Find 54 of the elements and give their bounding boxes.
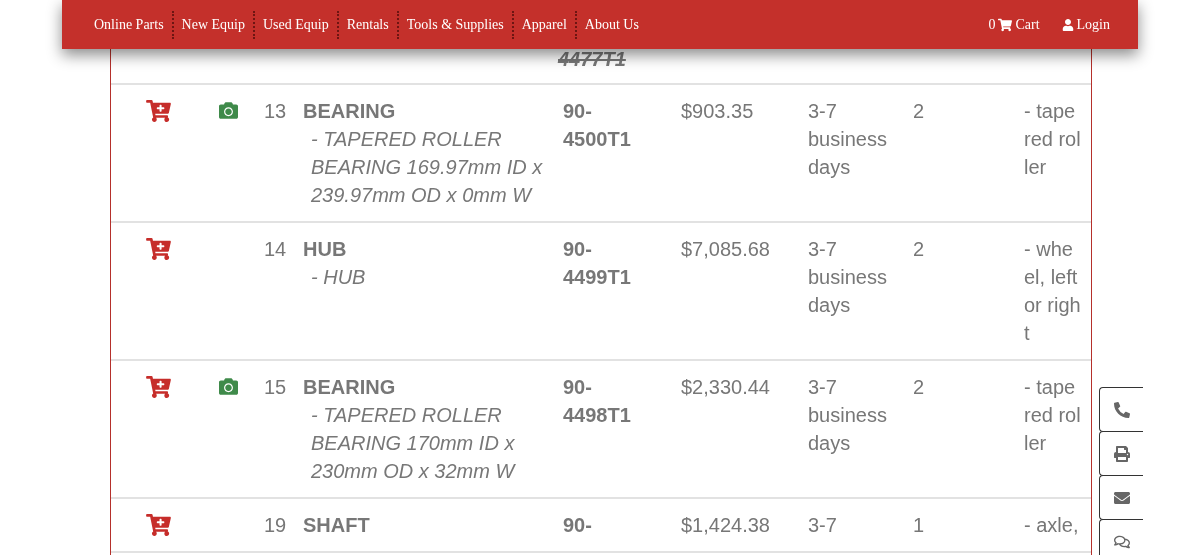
- camera-icon[interactable]: [218, 377, 239, 396]
- login-link[interactable]: Login: [1061, 14, 1110, 35]
- part-note: - wheel, left or right: [1024, 237, 1081, 346]
- nav-link[interactable]: Used Equip: [255, 14, 337, 35]
- delivery-time: 3-7 business days: [808, 375, 888, 456]
- part-number: 90-4499T1: [563, 237, 632, 290]
- camera-icon[interactable]: [218, 101, 239, 120]
- line-number: 13: [264, 100, 287, 122]
- envelope-icon: [1113, 489, 1130, 506]
- line-number: 14: [264, 238, 287, 260]
- chat-icon: [1113, 533, 1130, 550]
- part-description: - TAPERED ROLLER BEARING 169.97mm ID x 239.97mm OD x 0mm W: [310, 127, 544, 208]
- part-description: - TAPERED ROLLER BEARING 170mm ID x 230mm OD x 32mm W: [310, 403, 517, 484]
- part-name: HUB: [303, 237, 348, 262]
- add-to-cart-icon[interactable]: [146, 238, 171, 260]
- phone-button[interactable]: [1099, 387, 1143, 432]
- part-number: 90-4498T1: [563, 375, 632, 428]
- part-number: 4477T1: [558, 47, 626, 72]
- part-number: 90-: [563, 513, 593, 538]
- delivery-time: 3-7 business days: [808, 99, 888, 180]
- nav-link[interactable]: Online Parts: [86, 14, 172, 35]
- part-name: SHAFT: [303, 513, 371, 538]
- price: $1,424.38: [681, 514, 770, 536]
- phone-icon: [1113, 401, 1130, 418]
- price: $2,330.44: [681, 376, 770, 398]
- delivery-time: 3-7: [808, 513, 838, 538]
- nav-link[interactable]: Rentals: [338, 14, 397, 35]
- user-icon: [1061, 18, 1074, 31]
- price: $903.35: [681, 100, 754, 122]
- cart-icon: [998, 17, 1013, 32]
- quantity: 1: [913, 514, 925, 536]
- delivery-time: 3-7 business days: [808, 237, 888, 318]
- add-to-cart-icon[interactable]: [146, 376, 171, 398]
- quantity: 2: [913, 100, 925, 122]
- quantity: 2: [913, 238, 925, 260]
- line-number: 15: [264, 376, 287, 398]
- part-number: 90-4500T1: [563, 99, 632, 152]
- part-name: BEARING: [303, 375, 397, 400]
- add-to-cart-icon[interactable]: [146, 514, 171, 536]
- part-name: BEARING: [303, 99, 397, 124]
- line-number: 19: [264, 514, 287, 536]
- quantity: 2: [913, 376, 925, 398]
- cart-link[interactable]: 0 Cart: [988, 14, 1040, 35]
- print-icon: [1113, 445, 1130, 462]
- part-note: - tapered roller: [1024, 375, 1081, 456]
- part-note: - tapered roller: [1024, 99, 1081, 180]
- nav-link[interactable]: New Equip: [173, 14, 253, 35]
- nav-link[interactable]: Apparel: [513, 14, 575, 35]
- nav-link[interactable]: About Us: [576, 14, 647, 35]
- nav-link[interactable]: Tools & Supplies: [398, 14, 512, 35]
- price: $7,085.68: [681, 238, 770, 260]
- part-note: - axle,: [1024, 513, 1080, 538]
- add-to-cart-icon[interactable]: [146, 100, 171, 122]
- part-description: - HUB: [310, 265, 367, 290]
